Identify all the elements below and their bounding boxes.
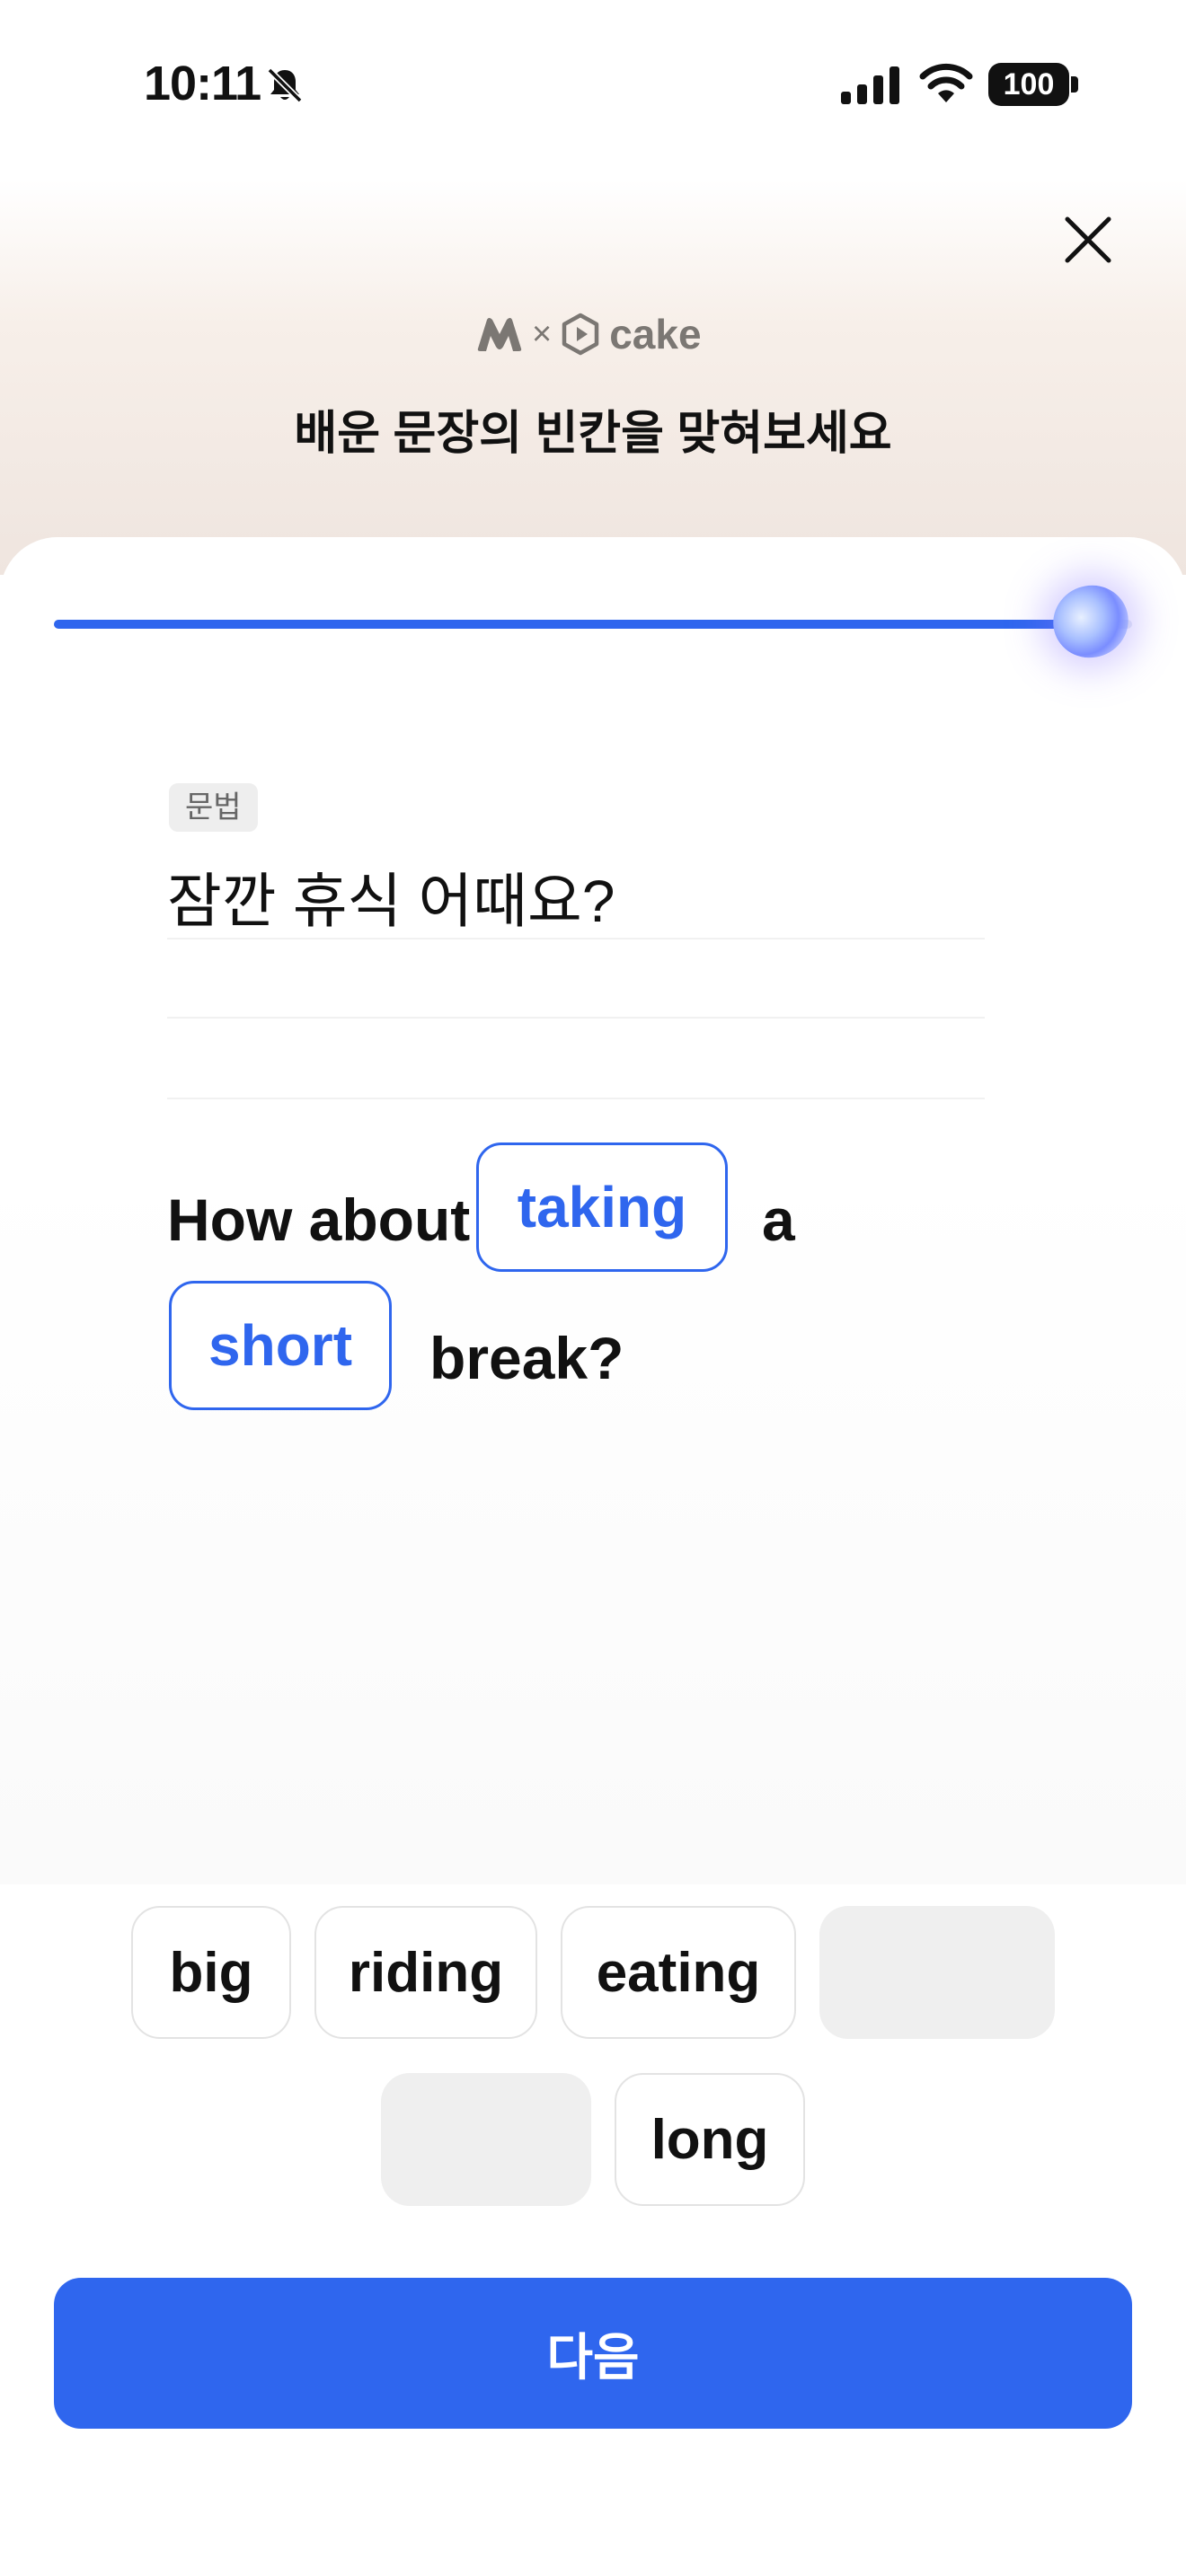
- sentence-word: a: [762, 1187, 795, 1253]
- word-choice-big[interactable]: big: [131, 1906, 291, 2039]
- word-choice-used-slot: [819, 1906, 1055, 2039]
- brand-separator: ×: [532, 314, 553, 353]
- battery-icon: 100: [988, 63, 1078, 106]
- status-time: 10:11: [144, 57, 261, 110]
- word-choice-eating[interactable]: eating: [561, 1906, 796, 2039]
- next-button[interactable]: 다음: [54, 2278, 1132, 2429]
- wifi-icon: [919, 63, 973, 102]
- word-choice-riding[interactable]: riding: [314, 1906, 537, 2039]
- blank-slot-1[interactable]: taking: [476, 1142, 728, 1272]
- bell-slash-icon: [267, 67, 303, 103]
- signal-icon: [841, 66, 899, 104]
- brand-name: cake: [609, 311, 702, 357]
- blank-slot-2[interactable]: short: [169, 1281, 392, 1410]
- sentence-word: How about: [167, 1187, 471, 1253]
- note-line: [167, 1098, 985, 1099]
- word-choice-used-slot: [381, 2073, 591, 2206]
- note-line: [167, 938, 985, 940]
- page-title: 배운 문장의 빈칸을 맞혀보세요: [294, 408, 892, 460]
- cake-play-icon: [562, 313, 599, 356]
- m-logo-icon: [477, 318, 522, 351]
- category-tag: 문법: [169, 783, 258, 832]
- note-line: [167, 1017, 985, 1019]
- brand-logo: × cake: [476, 307, 702, 361]
- close-icon[interactable]: [1060, 212, 1116, 268]
- battery-level: 100: [1003, 67, 1055, 101]
- korean-sentence: 잠깐 휴식 어때요?: [167, 868, 615, 934]
- sentence-word: break?: [429, 1325, 624, 1391]
- progress-fill: [54, 620, 1089, 629]
- word-choice-long[interactable]: long: [615, 2073, 805, 2206]
